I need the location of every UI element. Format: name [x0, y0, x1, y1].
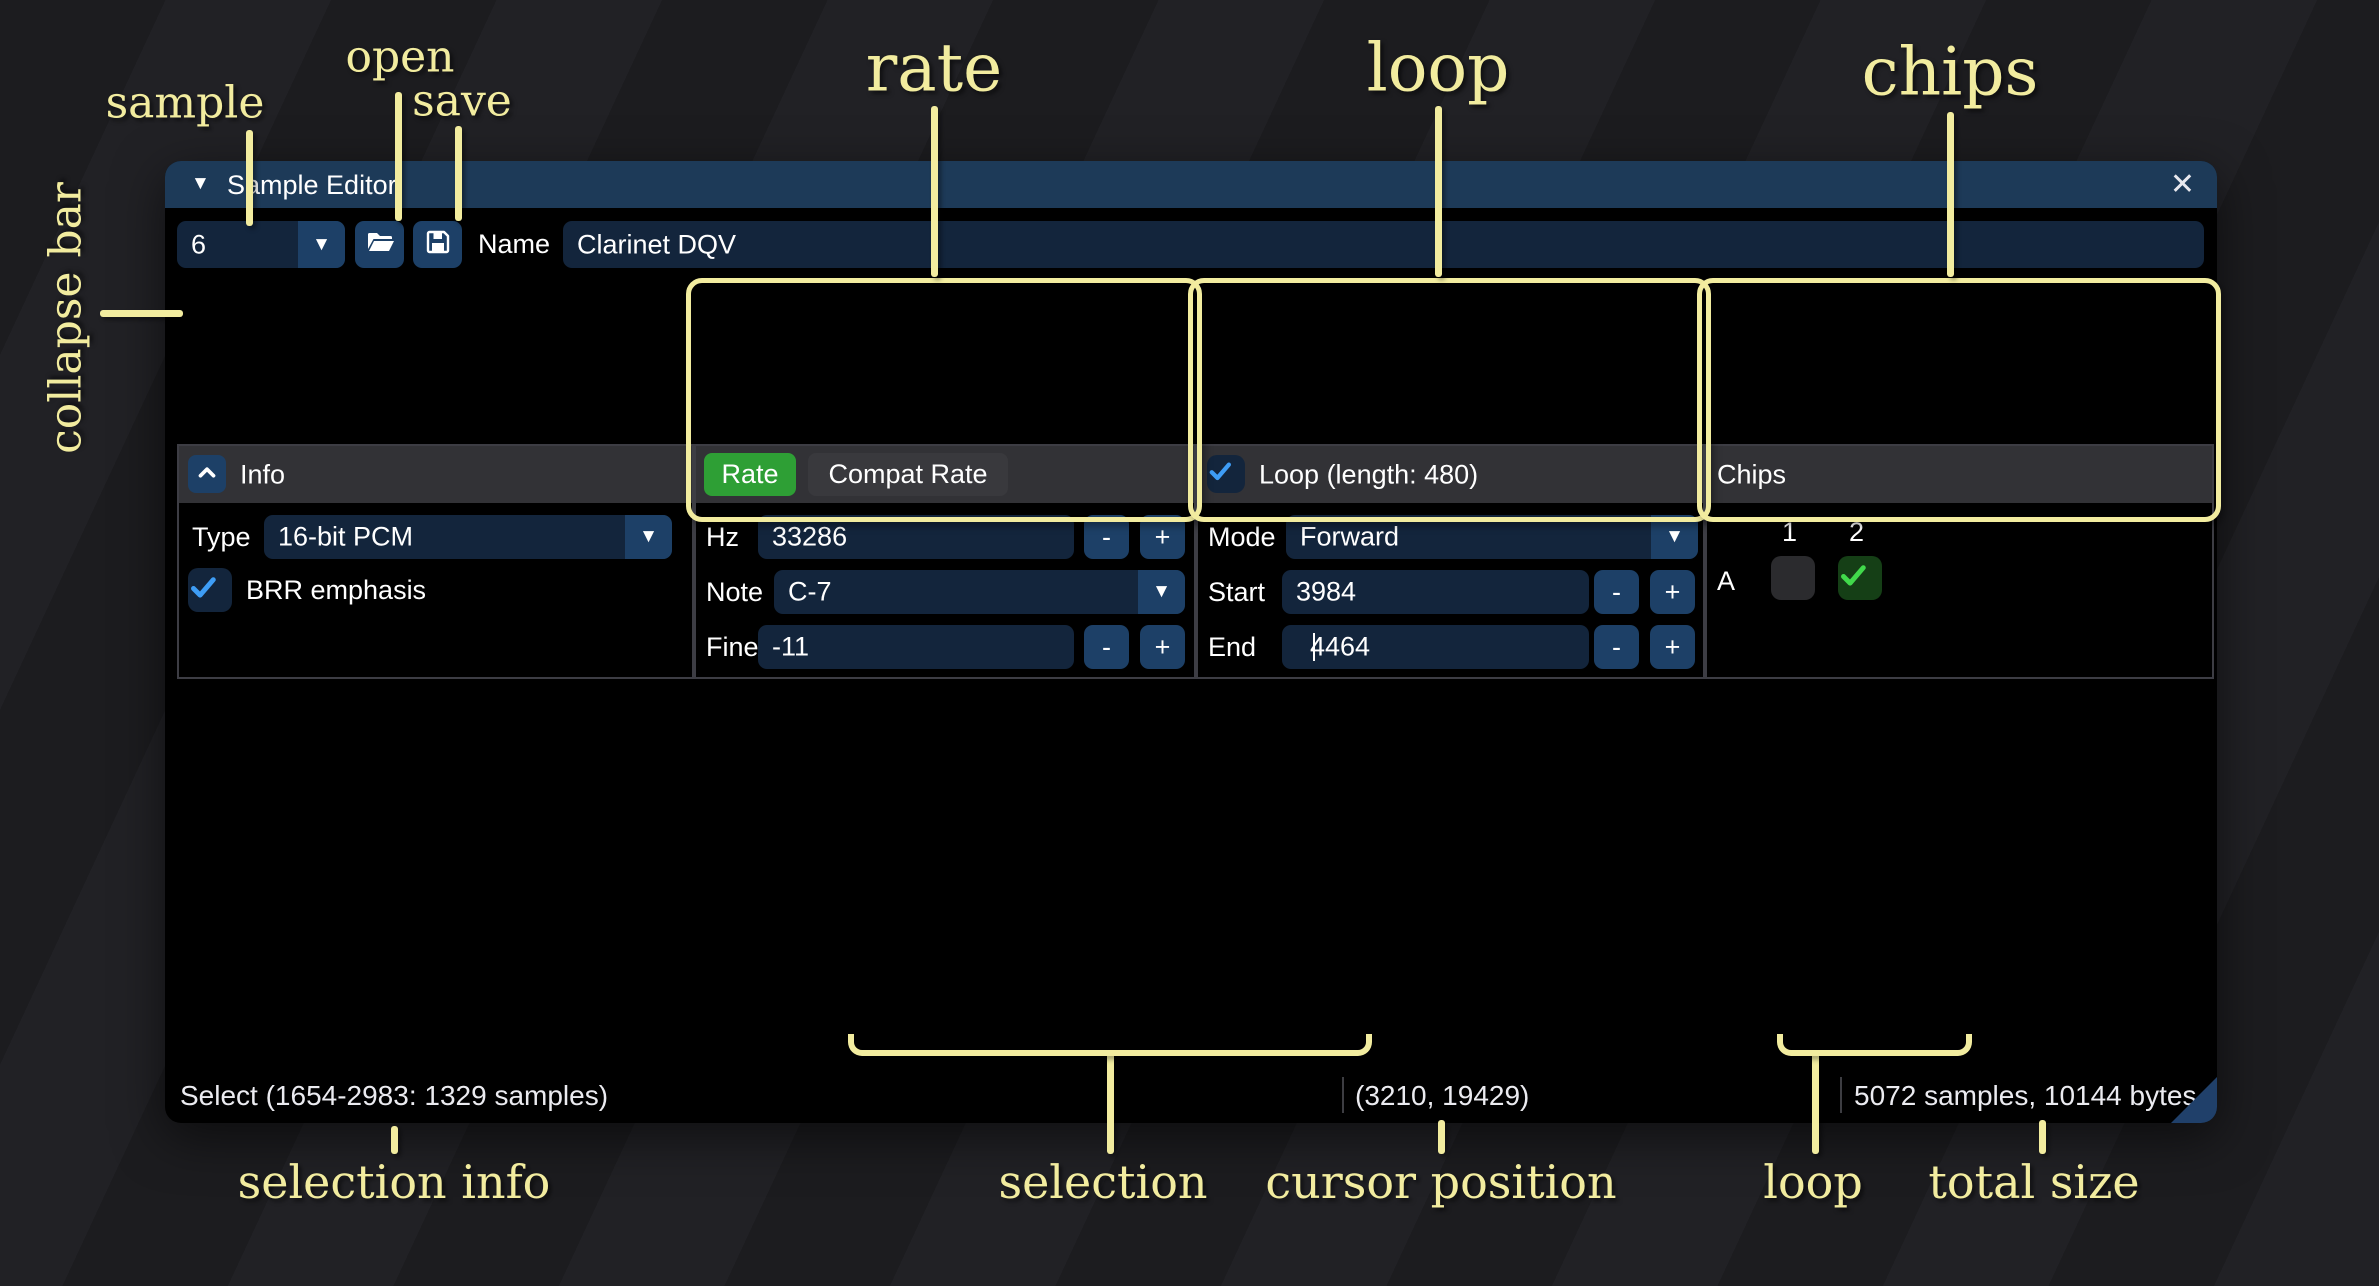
info-panel: Info Type 16-bit PCM ▼ BRR emphasis: [177, 444, 694, 679]
annotation-label-total-size: total size: [1928, 1155, 2139, 1209]
type-label: Type: [192, 515, 251, 559]
annotation-label-loop: loop: [1367, 30, 1510, 107]
desktop-background: ▼ Sample Editor ✕ 6 ▼ Name Clarinet DQV …: [0, 0, 2379, 1286]
annotation-label-sample: sample: [106, 78, 265, 129]
annotation-highlight-box: [1697, 278, 2221, 522]
check-icon: [1838, 560, 1882, 596]
info-panel-title: Info: [240, 459, 285, 490]
chip-row-label: A: [1717, 559, 1735, 603]
minus-icon: -: [1612, 632, 1621, 663]
fine-input[interactable]: -11: [758, 625, 1074, 669]
type-value: 16-bit PCM: [278, 522, 413, 553]
annotation-pointer-line: [1947, 112, 1954, 277]
brr-emphasis-label: BRR emphasis: [246, 568, 426, 612]
annotation-highlight-box: [1188, 278, 1711, 522]
chip-2-checkbox[interactable]: [1838, 556, 1882, 600]
selection-info-text: Select (1654-2983: 1329 samples): [180, 1080, 608, 1112]
note-label: Note: [706, 570, 763, 614]
annotation-label-save: save: [412, 76, 512, 127]
window-titlebar[interactable]: ▼ Sample Editor ✕: [165, 161, 2217, 208]
name-input[interactable]: Clarinet DQV: [563, 221, 2204, 268]
annotation-label-selection-info: selection info: [238, 1155, 551, 1209]
annotation-highlight-box: [686, 278, 1202, 522]
annotation-pointer-line: [455, 126, 462, 221]
fine-increase-button[interactable]: +: [1140, 625, 1185, 669]
fine-label: Fine: [706, 625, 759, 669]
info-panel-header: Info: [179, 446, 692, 503]
status-separator: [1840, 1077, 1842, 1113]
chevron-down-icon[interactable]: ▼: [298, 221, 345, 268]
loop-start-increase-button[interactable]: +: [1650, 570, 1695, 614]
sample-number: 6: [191, 229, 206, 260]
plus-icon: +: [1665, 632, 1681, 663]
plus-icon: +: [1155, 522, 1171, 553]
loop-start-decrease-button[interactable]: -: [1594, 570, 1639, 614]
collapse-info-button[interactable]: [188, 455, 226, 493]
status-separator: [1342, 1077, 1344, 1113]
loop-start-label: Start: [1208, 570, 1265, 614]
annotation-pointer-line: [100, 310, 183, 317]
fine-value: -11: [772, 632, 809, 663]
loop-start-value: 3984: [1296, 577, 1356, 608]
plus-icon: +: [1665, 577, 1681, 608]
plus-icon: +: [1155, 632, 1171, 663]
annotation-pointer-line: [2039, 1120, 2046, 1154]
chip-1-checkbox[interactable]: [1771, 556, 1815, 600]
loop-start-input[interactable]: 3984: [1282, 570, 1589, 614]
loop-end-label: End: [1208, 625, 1256, 669]
annotation-bracket: [1777, 1034, 1972, 1056]
close-icon[interactable]: ✕: [2170, 167, 2195, 202]
cursor-position-text: (3210, 19429): [1355, 1080, 1529, 1112]
annotation-pointer-line: [931, 106, 938, 277]
annotation-label-cursor-position: cursor position: [1265, 1155, 1616, 1209]
loop-end-value: 4464: [1310, 632, 1370, 663]
note-value: C-7: [788, 577, 832, 608]
text-caret: [1313, 633, 1315, 661]
chevron-up-icon: [194, 459, 220, 490]
status-bar: Select (1654-2983: 1329 samples) (3210, …: [165, 1068, 2217, 1123]
minus-icon: -: [1102, 632, 1111, 663]
minus-icon: -: [1102, 522, 1111, 553]
minus-icon: -: [1612, 577, 1621, 608]
brr-emphasis-checkbox[interactable]: [188, 568, 232, 612]
annotation-label-loop-marker: loop: [1763, 1155, 1863, 1209]
loop-end-input[interactable]: 4464: [1282, 625, 1589, 669]
save-sample-button[interactable]: [413, 221, 462, 268]
annotation-pointer-line: [391, 1126, 398, 1154]
annotation-pointer-line: [1812, 1052, 1819, 1154]
annotation-bracket: [848, 1034, 1372, 1056]
note-select[interactable]: C-7 ▼: [774, 570, 1185, 614]
total-size-text: 5072 samples, 10144 bytes: [1854, 1080, 2196, 1112]
type-select[interactable]: 16-bit PCM ▼: [264, 515, 672, 559]
annotation-pointer-line: [395, 92, 402, 221]
annotation-label-selection: selection: [998, 1155, 1207, 1209]
window-collapse-icon[interactable]: ▼: [191, 173, 210, 195]
open-sample-button[interactable]: [355, 221, 404, 268]
loop-end-increase-button[interactable]: +: [1650, 625, 1695, 669]
save-icon: [423, 227, 453, 262]
chevron-down-icon[interactable]: ▼: [1138, 570, 1185, 614]
loop-mode-value: Forward: [1300, 522, 1399, 553]
sample-selector[interactable]: 6 ▼: [177, 221, 345, 268]
folder-open-icon: [365, 227, 395, 262]
name-value: Clarinet DQV: [577, 229, 736, 260]
fine-decrease-button[interactable]: -: [1084, 625, 1129, 669]
annotation-label-collapse-bar: collapse bar: [41, 182, 92, 454]
chevron-down-icon[interactable]: ▼: [625, 515, 672, 559]
annotation-pointer-line: [246, 130, 253, 226]
annotation-pointer-line: [1435, 106, 1442, 277]
annotation-pointer-line: [1107, 1052, 1114, 1154]
hz-value: 33286: [772, 522, 847, 553]
annotation-pointer-line: [1438, 1120, 1445, 1154]
loop-end-decrease-button[interactable]: -: [1594, 625, 1639, 669]
check-icon: [188, 572, 232, 608]
annotation-label-chips: chips: [1862, 34, 2039, 111]
annotation-label-rate: rate: [866, 30, 1002, 107]
name-label: Name: [478, 221, 550, 268]
